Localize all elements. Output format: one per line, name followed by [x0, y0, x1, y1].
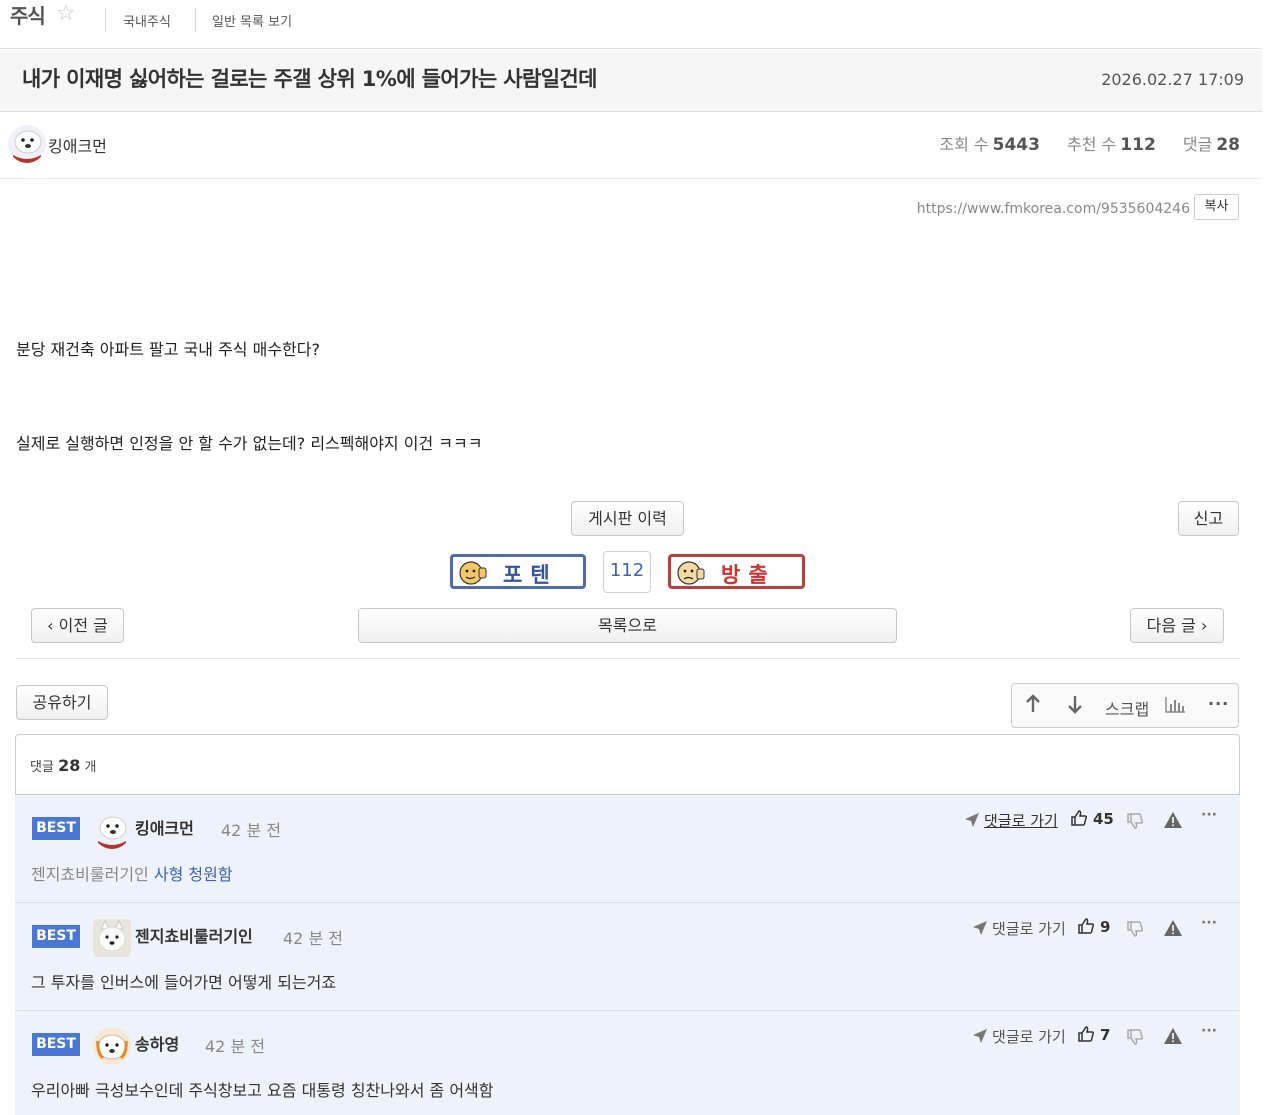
post-body-line: 분당 재건축 아파트 팔고 국내 주식 매수한다?: [16, 340, 320, 359]
comment-count-header: 댓글 28 개: [15, 734, 1240, 795]
comment-author[interactable]: 젠지쵸비룰러기인: [135, 923, 253, 947]
go-to-reply-link[interactable]: 댓글로 가기: [992, 1026, 1066, 1047]
divider: [16, 658, 1240, 659]
recs-label: 추천 수: [1067, 135, 1117, 154]
send-icon: [972, 920, 988, 940]
best-badge: BEST: [32, 1033, 80, 1056]
comment-count-label: 댓글 28 개: [30, 756, 97, 775]
post-meta: 킹애크먼 조회 수 5443 추천 수 112 댓글 28: [0, 113, 1262, 179]
chevron-right-icon: ›: [1200, 616, 1208, 635]
downvote-label: 방출: [721, 563, 776, 587]
arrow-down-icon[interactable]: [1066, 694, 1084, 718]
send-icon: [972, 1028, 988, 1048]
like-count: 7: [1100, 1026, 1111, 1044]
comment-time: 42 분 전: [221, 821, 281, 840]
comment-author[interactable]: 송하영: [135, 1031, 179, 1055]
more-icon[interactable]: ···: [1201, 1023, 1217, 1039]
arrow-up-icon[interactable]: [1024, 694, 1042, 718]
upvote-label: 포텐: [503, 563, 558, 587]
commenter-avatar[interactable]: [93, 919, 131, 957]
upvote-button[interactable]: 포텐: [450, 554, 586, 589]
copy-url-button[interactable]: 복사: [1194, 194, 1239, 220]
more-icon[interactable]: ···: [1208, 694, 1229, 713]
prev-post-label: 이전 글: [58, 616, 108, 635]
views-count: 5443: [992, 135, 1040, 155]
thumbs-down-icon[interactable]: [1126, 1028, 1144, 1050]
back-to-list-button[interactable]: 목록으로: [358, 608, 897, 643]
post-date: 2026.02.27 17:09: [1101, 70, 1244, 89]
post-url[interactable]: https://www.fmkorea.com/9535604246: [917, 201, 1190, 217]
prev-post-button[interactable]: ‹ 이전 글: [31, 608, 124, 643]
warning-icon[interactable]: [1163, 919, 1183, 941]
downvote-button[interactable]: 방출: [668, 554, 805, 589]
post-body-line: 실제로 실행하면 인정을 안 할 수가 없는데? 리스펙해야지 이건 ㅋㅋㅋ: [16, 434, 483, 453]
post-stats: 조회 수 5443 추천 수 112 댓글 28: [939, 131, 1240, 155]
views-label: 조회 수: [939, 135, 989, 154]
thumbs-down-face-icon: [675, 560, 707, 591]
recs-count: 112: [1120, 135, 1156, 155]
comment-text: 우리아빠 극성보수인데 주식창보고 요즘 대통령 칭찬나와서 좀 어색함: [31, 1081, 494, 1100]
comment-text: 젠지쵸비룰러기인 사형 청원함: [31, 861, 233, 885]
best-badge: BEST: [32, 925, 80, 948]
comment-time: 42 분 전: [205, 1037, 265, 1056]
board-history-button[interactable]: 게시판 이력: [571, 501, 684, 536]
more-icon[interactable]: ···: [1201, 807, 1217, 823]
comment-time: 42 분 전: [283, 929, 343, 948]
best-badge: BEST: [32, 817, 80, 840]
thumbs-down-icon[interactable]: [1126, 812, 1144, 834]
thumbs-down-icon[interactable]: [1126, 920, 1144, 942]
thumbs-up-icon[interactable]: [1070, 809, 1088, 831]
chevron-left-icon: ‹: [47, 616, 54, 635]
share-button[interactable]: 공유하기: [16, 685, 108, 720]
more-icon[interactable]: ···: [1201, 915, 1217, 931]
next-post-button[interactable]: 다음 글 ›: [1130, 608, 1224, 643]
like-count: 45: [1093, 810, 1114, 828]
nav-link-list-view[interactable]: 일반 목록 보기: [212, 11, 292, 30]
chart-icon[interactable]: [1164, 696, 1186, 718]
comment-item: BEST 킹애크먼 42 분 전 댓글로 가기 45 ··· 젠지쵸비룰러기인 …: [15, 795, 1240, 903]
mentioned-user[interactable]: 젠지쵸비룰러기인: [31, 865, 149, 884]
go-to-reply-link[interactable]: 댓글로 가기: [984, 810, 1058, 831]
board-name[interactable]: 주식: [10, 0, 46, 29]
comment-author[interactable]: 킹애크먼: [135, 815, 194, 839]
thumbs-up-icon[interactable]: [1077, 917, 1095, 939]
warning-icon[interactable]: [1163, 1027, 1183, 1049]
post-title: 내가 이재명 싫어하는 걸로는 주갤 상위 1%에 들어가는 사람일건데: [22, 67, 597, 91]
comment-text: 그 투자를 인버스에 들어가면 어떻게 되는거죠: [31, 973, 337, 992]
next-post-label: 다음 글: [1146, 616, 1196, 635]
vote-count: 112: [603, 551, 651, 593]
post-title-bar: 내가 이재명 싫어하는 걸로는 주갤 상위 1%에 들어가는 사람일건데 202…: [0, 50, 1262, 112]
report-button[interactable]: 신고: [1178, 501, 1239, 536]
warning-icon[interactable]: [1163, 811, 1183, 833]
author-name[interactable]: 킹애크먼: [48, 133, 107, 157]
nav-link-domestic-stocks[interactable]: 국내주식: [123, 11, 171, 30]
comment-item: BEST 젠지쵸비룰러기인 42 분 전 댓글로 가기 9 ··· 그 투자를 …: [15, 903, 1240, 1011]
comment-count: 28: [58, 756, 81, 775]
divider: [195, 8, 196, 32]
comments-label: 댓글: [1182, 135, 1213, 154]
send-icon: [964, 812, 980, 832]
thumbs-up-face-icon: [457, 560, 489, 591]
star-icon[interactable]: ☆: [56, 1, 76, 26]
board-header: 주식 ☆ 국내주식 일반 목록 보기: [0, 0, 1262, 49]
author-avatar[interactable]: [8, 125, 46, 163]
go-to-reply-link[interactable]: 댓글로 가기: [992, 918, 1066, 939]
divider: [105, 8, 106, 32]
scrap-button[interactable]: 스크랩: [1105, 696, 1149, 720]
comment-link-text[interactable]: 사형 청원함: [154, 865, 233, 884]
like-count: 9: [1100, 918, 1111, 936]
thumbs-up-icon[interactable]: [1077, 1025, 1095, 1047]
commenter-avatar[interactable]: [93, 1027, 131, 1065]
comments-count: 28: [1216, 135, 1240, 155]
commenter-avatar[interactable]: [93, 811, 131, 849]
post-toolbox: 스크랩 ···: [1011, 683, 1239, 728]
comment-item: BEST 송하영 42 분 전 댓글로 가기 7 ··· 우리아빠 극성보수인데…: [15, 1011, 1240, 1115]
